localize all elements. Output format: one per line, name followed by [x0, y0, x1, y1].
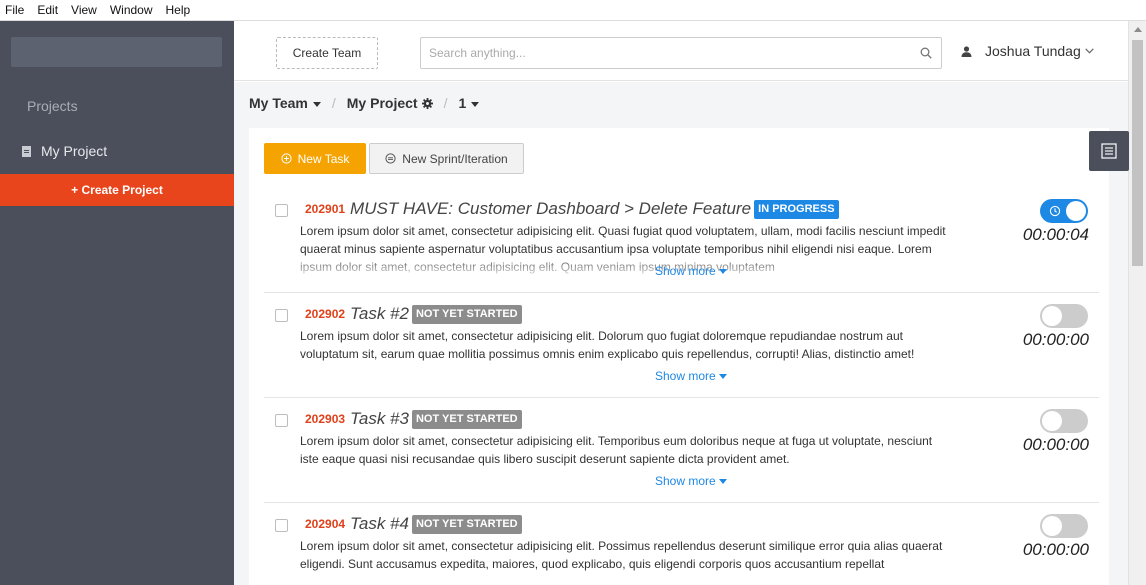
- minus-circle-icon: [385, 153, 396, 164]
- task-id: 202902: [305, 307, 346, 321]
- scrollbar-thumb[interactable]: [1132, 40, 1143, 266]
- show-more-label: Show more: [655, 264, 716, 278]
- caret-down-icon: [718, 373, 727, 379]
- new-task-label: New Task: [297, 151, 350, 166]
- toggle-knob: [1066, 201, 1086, 221]
- breadcrumb-team-label: My Team: [249, 95, 308, 111]
- toggle-knob: [1042, 411, 1062, 431]
- menu-help[interactable]: Help: [166, 0, 191, 21]
- top-bar: Create Team Joshua Tundag: [234, 21, 1128, 81]
- search-box: [420, 37, 942, 69]
- menu-window[interactable]: Window: [110, 0, 153, 21]
- task-description: Lorem ipsum dolor sit amet, consectetur …: [300, 224, 946, 274]
- sidebar: Projects My Project + Create Project: [0, 21, 234, 585]
- task-panel: New Task New Sprint/Iteration 202901 MUS…: [249, 128, 1109, 585]
- search-input[interactable]: [421, 38, 901, 68]
- caret-down-icon: [718, 478, 727, 484]
- task-description: Lorem ipsum dolor sit amet, consectetur …: [300, 539, 943, 571]
- task-checkbox[interactable]: [275, 519, 288, 532]
- sidebar-item-label: My Project: [41, 143, 108, 159]
- caret-down-icon: [471, 101, 480, 107]
- search-icon[interactable]: [920, 47, 932, 59]
- breadcrumb: My Team / My Project / 1: [249, 95, 480, 111]
- status-badge: NOT YET STARTED: [411, 514, 522, 534]
- task-timer: 00:00:00: [1022, 540, 1089, 559]
- show-more-link[interactable]: Show more: [655, 369, 727, 383]
- task-title[interactable]: MUST HAVE: Customer Dashboard > Delete F…: [350, 199, 751, 219]
- task-id: 202904: [305, 517, 346, 531]
- new-sprint-label: New Sprint/Iteration: [402, 151, 508, 166]
- caret-down-icon: [312, 101, 321, 107]
- task-checkbox[interactable]: [275, 204, 288, 217]
- list-view-button[interactable]: [1089, 131, 1129, 171]
- new-task-button[interactable]: New Task: [264, 143, 366, 174]
- task-header: 202901 MUST HAVE: Customer Dashboard > D…: [305, 199, 839, 219]
- task-checkbox[interactable]: [275, 309, 288, 322]
- status-badge: IN PROGRESS: [754, 199, 839, 219]
- status-badge: NOT YET STARTED: [411, 409, 522, 429]
- show-more-label: Show more: [655, 474, 716, 488]
- breadcrumb-separator: /: [331, 95, 336, 111]
- menu-bar: File Edit View Window Help: [0, 0, 1146, 21]
- timer-toggle[interactable]: [1040, 304, 1088, 328]
- task-item: 202904 Task #4 NOT YET STARTED Lorem ips…: [264, 503, 1099, 585]
- breadcrumb-separator: /: [443, 95, 448, 111]
- plus-circle-icon: [281, 153, 292, 164]
- timer-toggle[interactable]: [1040, 199, 1088, 223]
- task-id: 202903: [305, 412, 346, 426]
- show-more-label: Show more: [655, 369, 716, 383]
- create-team-button[interactable]: Create Team: [276, 37, 378, 69]
- breadcrumb-sprint-label: 1: [458, 95, 467, 111]
- toggle-knob: [1042, 516, 1062, 536]
- task-description: Lorem ipsum dolor sit amet, consectetur …: [300, 434, 933, 466]
- clock-icon: [1049, 205, 1061, 217]
- gear-icon[interactable]: [421, 97, 433, 109]
- task-item: 202902 Task #2 NOT YET STARTED Lorem ips…: [264, 293, 1099, 398]
- user-menu[interactable]: Joshua Tundag: [961, 43, 1094, 59]
- task-item: 202903 Task #3 NOT YET STARTED Lorem ips…: [264, 398, 1099, 503]
- toggle-knob: [1042, 306, 1062, 326]
- task-description: Lorem ipsum dolor sit amet, consectetur …: [300, 329, 915, 361]
- new-sprint-button[interactable]: New Sprint/Iteration: [369, 143, 524, 174]
- breadcrumb-team[interactable]: My Team: [249, 95, 321, 111]
- menu-edit[interactable]: Edit: [37, 0, 58, 21]
- task-header: 202902 Task #2 NOT YET STARTED: [305, 304, 522, 324]
- scroll-up-arrow-icon[interactable]: [1134, 27, 1142, 32]
- task-id: 202901: [305, 202, 346, 216]
- task-header: 202904 Task #4 NOT YET STARTED: [305, 514, 522, 534]
- create-project-button[interactable]: + Create Project: [0, 174, 234, 206]
- vertical-scrollbar[interactable]: [1128, 21, 1146, 585]
- status-badge: NOT YET STARTED: [411, 304, 522, 324]
- document-icon: [22, 145, 31, 157]
- show-more-link[interactable]: Show more: [655, 474, 727, 488]
- menu-view[interactable]: View: [71, 0, 97, 21]
- sidebar-search-box[interactable]: [11, 37, 222, 67]
- breadcrumb-project[interactable]: My Project: [347, 95, 433, 111]
- task-title[interactable]: Task #2: [350, 304, 409, 324]
- task-title[interactable]: Task #4: [350, 514, 409, 534]
- main-content: My Team / My Project / 1 New Task New Sp…: [234, 82, 1128, 585]
- breadcrumb-project-label: My Project: [346, 95, 418, 111]
- menu-file[interactable]: File: [5, 0, 24, 21]
- task-item: 202901 MUST HAVE: Customer Dashboard > D…: [264, 188, 1099, 293]
- breadcrumb-sprint[interactable]: 1: [458, 95, 480, 111]
- sidebar-item-my-project[interactable]: My Project: [22, 143, 107, 159]
- user-name: Joshua Tundag: [985, 43, 1081, 59]
- task-timer: 00:00:00: [1022, 435, 1089, 454]
- user-icon: [961, 45, 972, 57]
- timer-toggle[interactable]: [1040, 409, 1088, 433]
- show-more-link[interactable]: Show more: [655, 264, 727, 278]
- task-checkbox[interactable]: [275, 414, 288, 427]
- caret-down-icon: [718, 268, 727, 274]
- chevron-down-icon: [1085, 48, 1094, 54]
- sidebar-section-projects: Projects: [27, 98, 78, 114]
- task-header: 202903 Task #3 NOT YET STARTED: [305, 409, 522, 429]
- timer-toggle[interactable]: [1040, 514, 1088, 538]
- task-timer: 00:00:04: [1022, 225, 1089, 244]
- task-title[interactable]: Task #3: [350, 409, 409, 429]
- task-timer: 00:00:00: [1022, 330, 1089, 349]
- list-icon: [1101, 143, 1117, 159]
